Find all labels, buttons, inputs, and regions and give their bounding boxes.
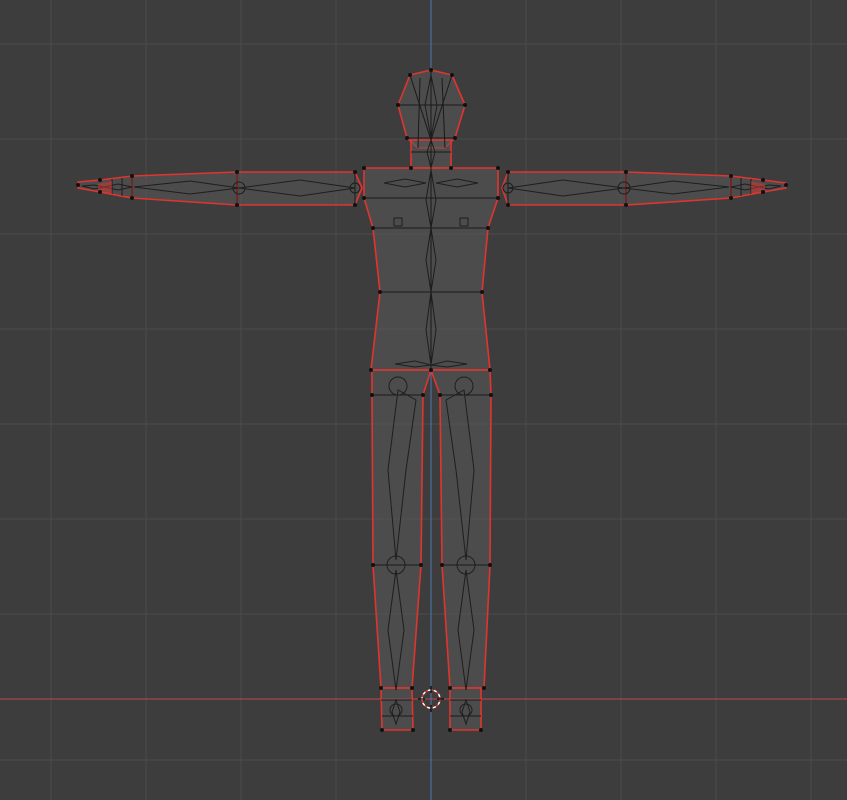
mesh-foot-left[interactable]	[380, 687, 414, 731]
mesh-leg-left[interactable]	[371, 369, 432, 689]
mesh-arm-right-upper[interactable]	[501, 171, 627, 206]
3d-viewport[interactable]	[0, 0, 847, 800]
mesh-arm-left-upper[interactable]	[236, 171, 363, 206]
humanoid-mesh[interactable]	[77, 69, 787, 731]
viewport-canvas[interactable]	[0, 0, 847, 800]
mesh-leg-right[interactable]	[430, 369, 492, 689]
